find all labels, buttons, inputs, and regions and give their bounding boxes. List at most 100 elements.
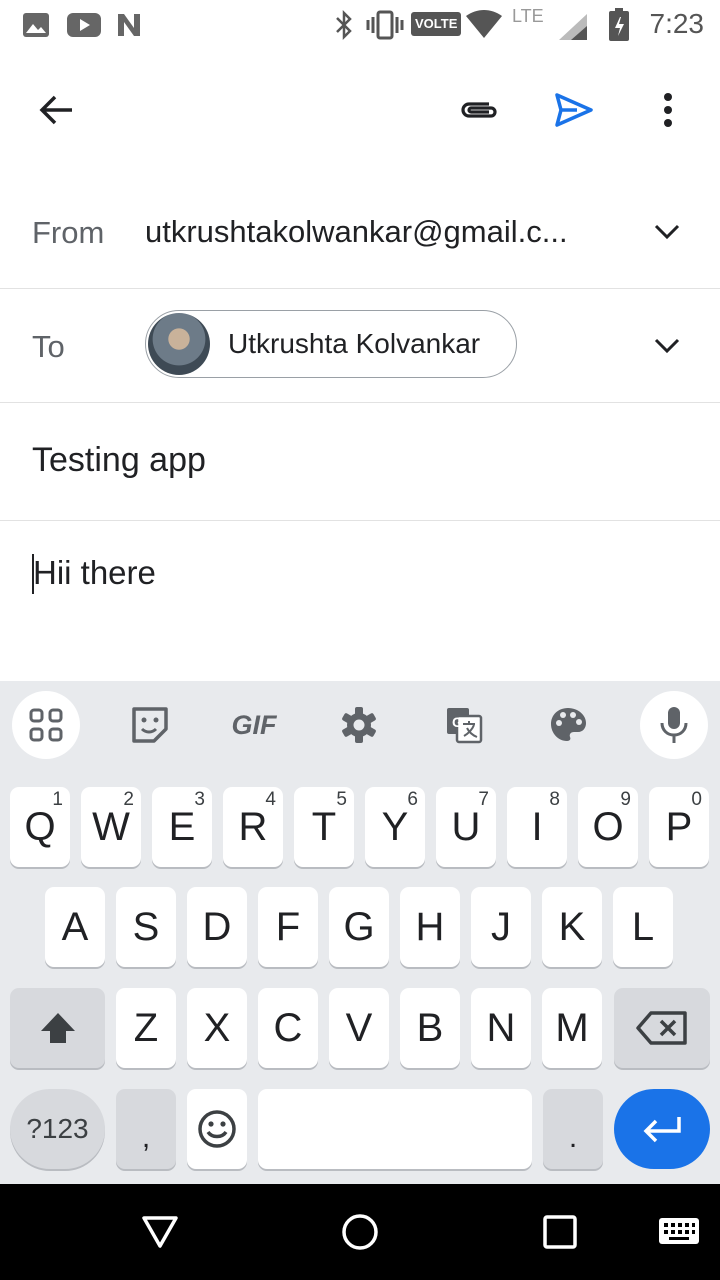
key-label: D xyxy=(202,904,232,949)
key-label: S xyxy=(132,904,160,949)
youtube-icon xyxy=(67,13,101,37)
key-t[interactable]: T5 xyxy=(294,787,354,867)
gif-button[interactable]: GIF xyxy=(220,691,288,759)
svg-text:G: G xyxy=(452,714,463,730)
key-x[interactable]: X xyxy=(187,988,247,1068)
key-l[interactable]: L xyxy=(613,887,673,967)
enter-icon xyxy=(643,1117,681,1143)
key-number-hint: 7 xyxy=(478,789,489,810)
lte-signal-icon xyxy=(559,14,587,40)
key-label: K xyxy=(558,904,586,949)
navigation-bar xyxy=(0,1184,720,1280)
sticker-icon xyxy=(132,707,168,743)
key-label: L xyxy=(631,904,655,949)
key-label: I xyxy=(531,804,543,849)
recents-square-icon[interactable] xyxy=(543,1215,577,1249)
palette-icon xyxy=(551,708,586,741)
key-label: Q xyxy=(24,804,56,849)
key-p[interactable]: P0 xyxy=(649,787,709,867)
recipient-chip[interactable]: Utkrushta Kolvankar xyxy=(145,310,517,378)
key-g[interactable]: G xyxy=(329,887,389,967)
key-v[interactable]: V xyxy=(329,988,389,1068)
key-label: Y xyxy=(381,804,409,849)
compose-app-bar xyxy=(0,50,720,174)
key-label: X xyxy=(203,1005,231,1050)
chevron-down-icon[interactable] xyxy=(654,336,680,356)
attachment-icon xyxy=(461,102,497,118)
theme-button[interactable] xyxy=(534,691,602,759)
key-o[interactable]: O9 xyxy=(578,787,638,867)
key-m[interactable]: M xyxy=(542,988,602,1068)
key-n[interactable]: N xyxy=(471,988,531,1068)
more-vert-icon xyxy=(664,93,672,127)
emoji-key[interactable] xyxy=(187,1089,247,1169)
key-label: V xyxy=(345,1005,373,1050)
body-field[interactable]: Hii there xyxy=(33,554,156,592)
keyboard-settings-button[interactable] xyxy=(325,691,393,759)
key-i[interactable]: I8 xyxy=(507,787,567,867)
backspace-icon xyxy=(636,1011,687,1045)
translate-button[interactable]: G xyxy=(430,691,498,759)
key-number-hint: 2 xyxy=(123,789,134,810)
key-z[interactable]: Z xyxy=(116,988,176,1068)
emoji-smile-icon xyxy=(198,1110,236,1148)
key-number-hint: 6 xyxy=(407,789,418,810)
space-key[interactable] xyxy=(258,1089,532,1169)
enter-key[interactable] xyxy=(614,1089,710,1169)
n-app-icon xyxy=(118,14,140,36)
key-w[interactable]: W2 xyxy=(81,787,141,867)
keyboard-apps-button[interactable] xyxy=(12,691,80,759)
shift-key[interactable] xyxy=(10,988,105,1068)
back-triangle-icon[interactable] xyxy=(141,1215,179,1249)
voice-input-button[interactable] xyxy=(640,691,708,759)
sticker-button[interactable] xyxy=(116,691,184,759)
key-label: H xyxy=(415,904,445,949)
key-u[interactable]: U7 xyxy=(436,787,496,867)
key-label: P xyxy=(665,804,693,849)
battery-icon xyxy=(609,8,629,41)
key-a[interactable]: A xyxy=(45,887,105,967)
key-j[interactable]: J xyxy=(471,887,531,967)
subject-field[interactable]: Testing app xyxy=(32,441,206,480)
key-f[interactable]: F xyxy=(258,887,318,967)
key-s[interactable]: S xyxy=(116,887,176,967)
key-label: C xyxy=(273,1005,303,1050)
key-number-hint: 0 xyxy=(691,789,702,810)
bluetooth-icon xyxy=(336,9,352,41)
volte-icon: VOLTE xyxy=(411,12,462,36)
symbols-key[interactable]: ?123 xyxy=(10,1089,105,1169)
from-label: From xyxy=(32,215,105,250)
key-number-hint: 9 xyxy=(620,789,631,810)
avatar xyxy=(148,313,210,375)
key-b[interactable]: B xyxy=(400,988,460,1068)
key-label: F xyxy=(275,904,301,949)
key-e[interactable]: E3 xyxy=(152,787,212,867)
send-button[interactable] xyxy=(542,78,606,142)
comma-key[interactable]: , xyxy=(116,1089,176,1169)
backspace-key[interactable] xyxy=(614,988,710,1068)
key-number-hint: 1 xyxy=(52,789,63,810)
period-key[interactable]: . xyxy=(543,1089,603,1169)
status-time: 7:23 xyxy=(649,8,705,39)
key-h[interactable]: H xyxy=(400,887,460,967)
more-options-button[interactable] xyxy=(636,78,700,142)
attach-button[interactable] xyxy=(448,78,512,142)
key-label: U xyxy=(451,804,481,849)
keyboard: GIF G ?123 , . Q1W2E3R4T5Y6U7I8O9P0ASDFG… xyxy=(0,681,720,1184)
key-label: B xyxy=(416,1005,444,1050)
translate-icon: G xyxy=(447,708,483,744)
key-number-hint: 3 xyxy=(194,789,205,810)
key-y[interactable]: Y6 xyxy=(365,787,425,867)
chevron-down-icon[interactable] xyxy=(654,222,680,242)
key-r[interactable]: R4 xyxy=(223,787,283,867)
back-button[interactable] xyxy=(24,78,88,142)
keyboard-switch-icon[interactable] xyxy=(658,1217,700,1247)
key-d[interactable]: D xyxy=(187,887,247,967)
key-q[interactable]: Q1 xyxy=(10,787,70,867)
key-c[interactable]: C xyxy=(258,988,318,1068)
apps-grid-icon xyxy=(29,708,63,742)
home-circle-icon[interactable] xyxy=(340,1212,380,1252)
wifi-icon xyxy=(466,10,502,38)
key-k[interactable]: K xyxy=(542,887,602,967)
from-account-value[interactable]: utkrushtakolwankar@gmail.c... xyxy=(145,214,568,250)
